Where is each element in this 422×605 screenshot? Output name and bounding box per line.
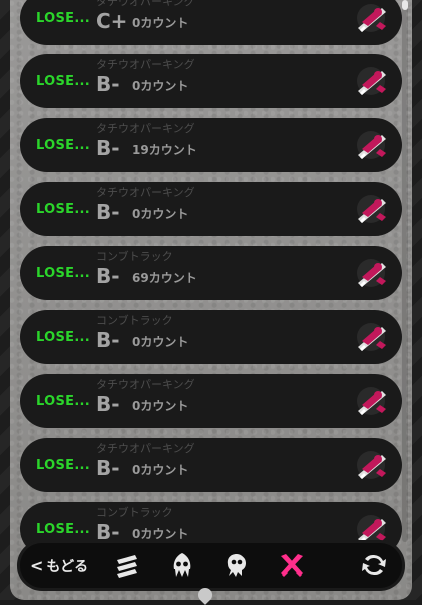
battle-record-row[interactable]: LOSE... タチウオパーキング B- 0カウント	[20, 182, 402, 236]
result-label: LOSE...	[36, 330, 91, 345]
point-count: 0カウント	[132, 463, 189, 477]
point-count: 0カウント	[132, 335, 189, 349]
rank-label: B-	[96, 200, 120, 224]
stage-name: タチウオパーキング	[96, 122, 195, 135]
battle-record-row[interactable]: LOSE... コンブトラック B- 69カウント	[20, 246, 402, 300]
octopus-icon[interactable]	[223, 551, 251, 579]
stage-name: タチウオパーキング	[96, 186, 195, 199]
splatling-weapon-icon	[352, 127, 390, 163]
crossed-weapons-icon[interactable]	[278, 551, 306, 579]
splatling-weapon-icon	[352, 255, 390, 291]
bottom-toolbar: < もどる	[20, 543, 402, 588]
result-label: LOSE...	[36, 11, 91, 26]
point-count: 0カウント	[132, 16, 189, 30]
stage-name: コンブトラック	[96, 506, 173, 519]
stage-name: タチウオパーキング	[96, 378, 195, 391]
point-count: 19カウント	[132, 143, 197, 157]
back-label: もどる	[46, 559, 89, 575]
scrollbar-thumb[interactable]	[402, 0, 408, 10]
battle-record-row[interactable]: LOSE... タチウオパーキング B- 0カウント	[20, 438, 402, 492]
stage-name: タチウオパーキング	[96, 0, 195, 8]
battle-record-row[interactable]: LOSE... タチウオパーキング B- 0カウント	[20, 54, 402, 108]
rank-label: B-	[96, 520, 120, 544]
rank-label: B-	[96, 72, 120, 96]
result-label: LOSE...	[36, 74, 91, 89]
result-label: LOSE...	[36, 458, 91, 473]
result-label: LOSE...	[36, 202, 91, 217]
splatling-weapon-icon	[352, 0, 390, 36]
point-count: 0カウント	[132, 207, 189, 221]
refresh-icon[interactable]	[360, 551, 388, 579]
point-count: 69カウント	[132, 271, 197, 285]
stage-name: タチウオパーキング	[96, 442, 195, 455]
stage-name: コンブトラック	[96, 314, 173, 327]
result-label: LOSE...	[36, 138, 91, 153]
scrollbar-track[interactable]	[402, 0, 408, 542]
battle-record-row[interactable]: LOSE... タチウオパーキング B- 19カウント	[20, 118, 402, 172]
point-count: 0カウント	[132, 79, 189, 93]
chevron-left-icon: <	[30, 556, 44, 575]
splatling-weapon-icon	[352, 319, 390, 355]
rank-label: B-	[96, 456, 120, 480]
splatling-weapon-icon	[352, 511, 390, 547]
splatling-weapon-icon	[352, 191, 390, 227]
splatling-weapon-icon	[352, 447, 390, 483]
result-label: LOSE...	[36, 522, 91, 537]
splatling-weapon-icon	[352, 383, 390, 419]
rank-label: B-	[96, 136, 120, 160]
result-label: LOSE...	[36, 266, 91, 281]
back-button[interactable]: < もどる	[30, 556, 88, 576]
stripes-icon[interactable]	[113, 551, 141, 579]
rank-label: C+	[96, 9, 128, 33]
result-label: LOSE...	[36, 394, 91, 409]
rank-label: B-	[96, 392, 120, 416]
squid-icon[interactable]	[168, 551, 196, 579]
point-count: 0カウント	[132, 399, 189, 413]
point-count: 0カウント	[132, 527, 189, 541]
battle-record-row[interactable]: LOSE... コンブトラック B- 0カウント	[20, 310, 402, 364]
stage-name: コンブトラック	[96, 250, 173, 263]
stage-name: タチウオパーキング	[96, 58, 195, 71]
battle-record-row[interactable]: LOSE... タチウオパーキング B- 0カウント	[20, 374, 402, 428]
rank-label: B-	[96, 264, 120, 288]
splatling-weapon-icon	[352, 63, 390, 99]
rank-label: B-	[96, 328, 120, 352]
battle-record-row[interactable]: LOSE... タチウオパーキング C+ 0カウント	[20, 0, 402, 45]
